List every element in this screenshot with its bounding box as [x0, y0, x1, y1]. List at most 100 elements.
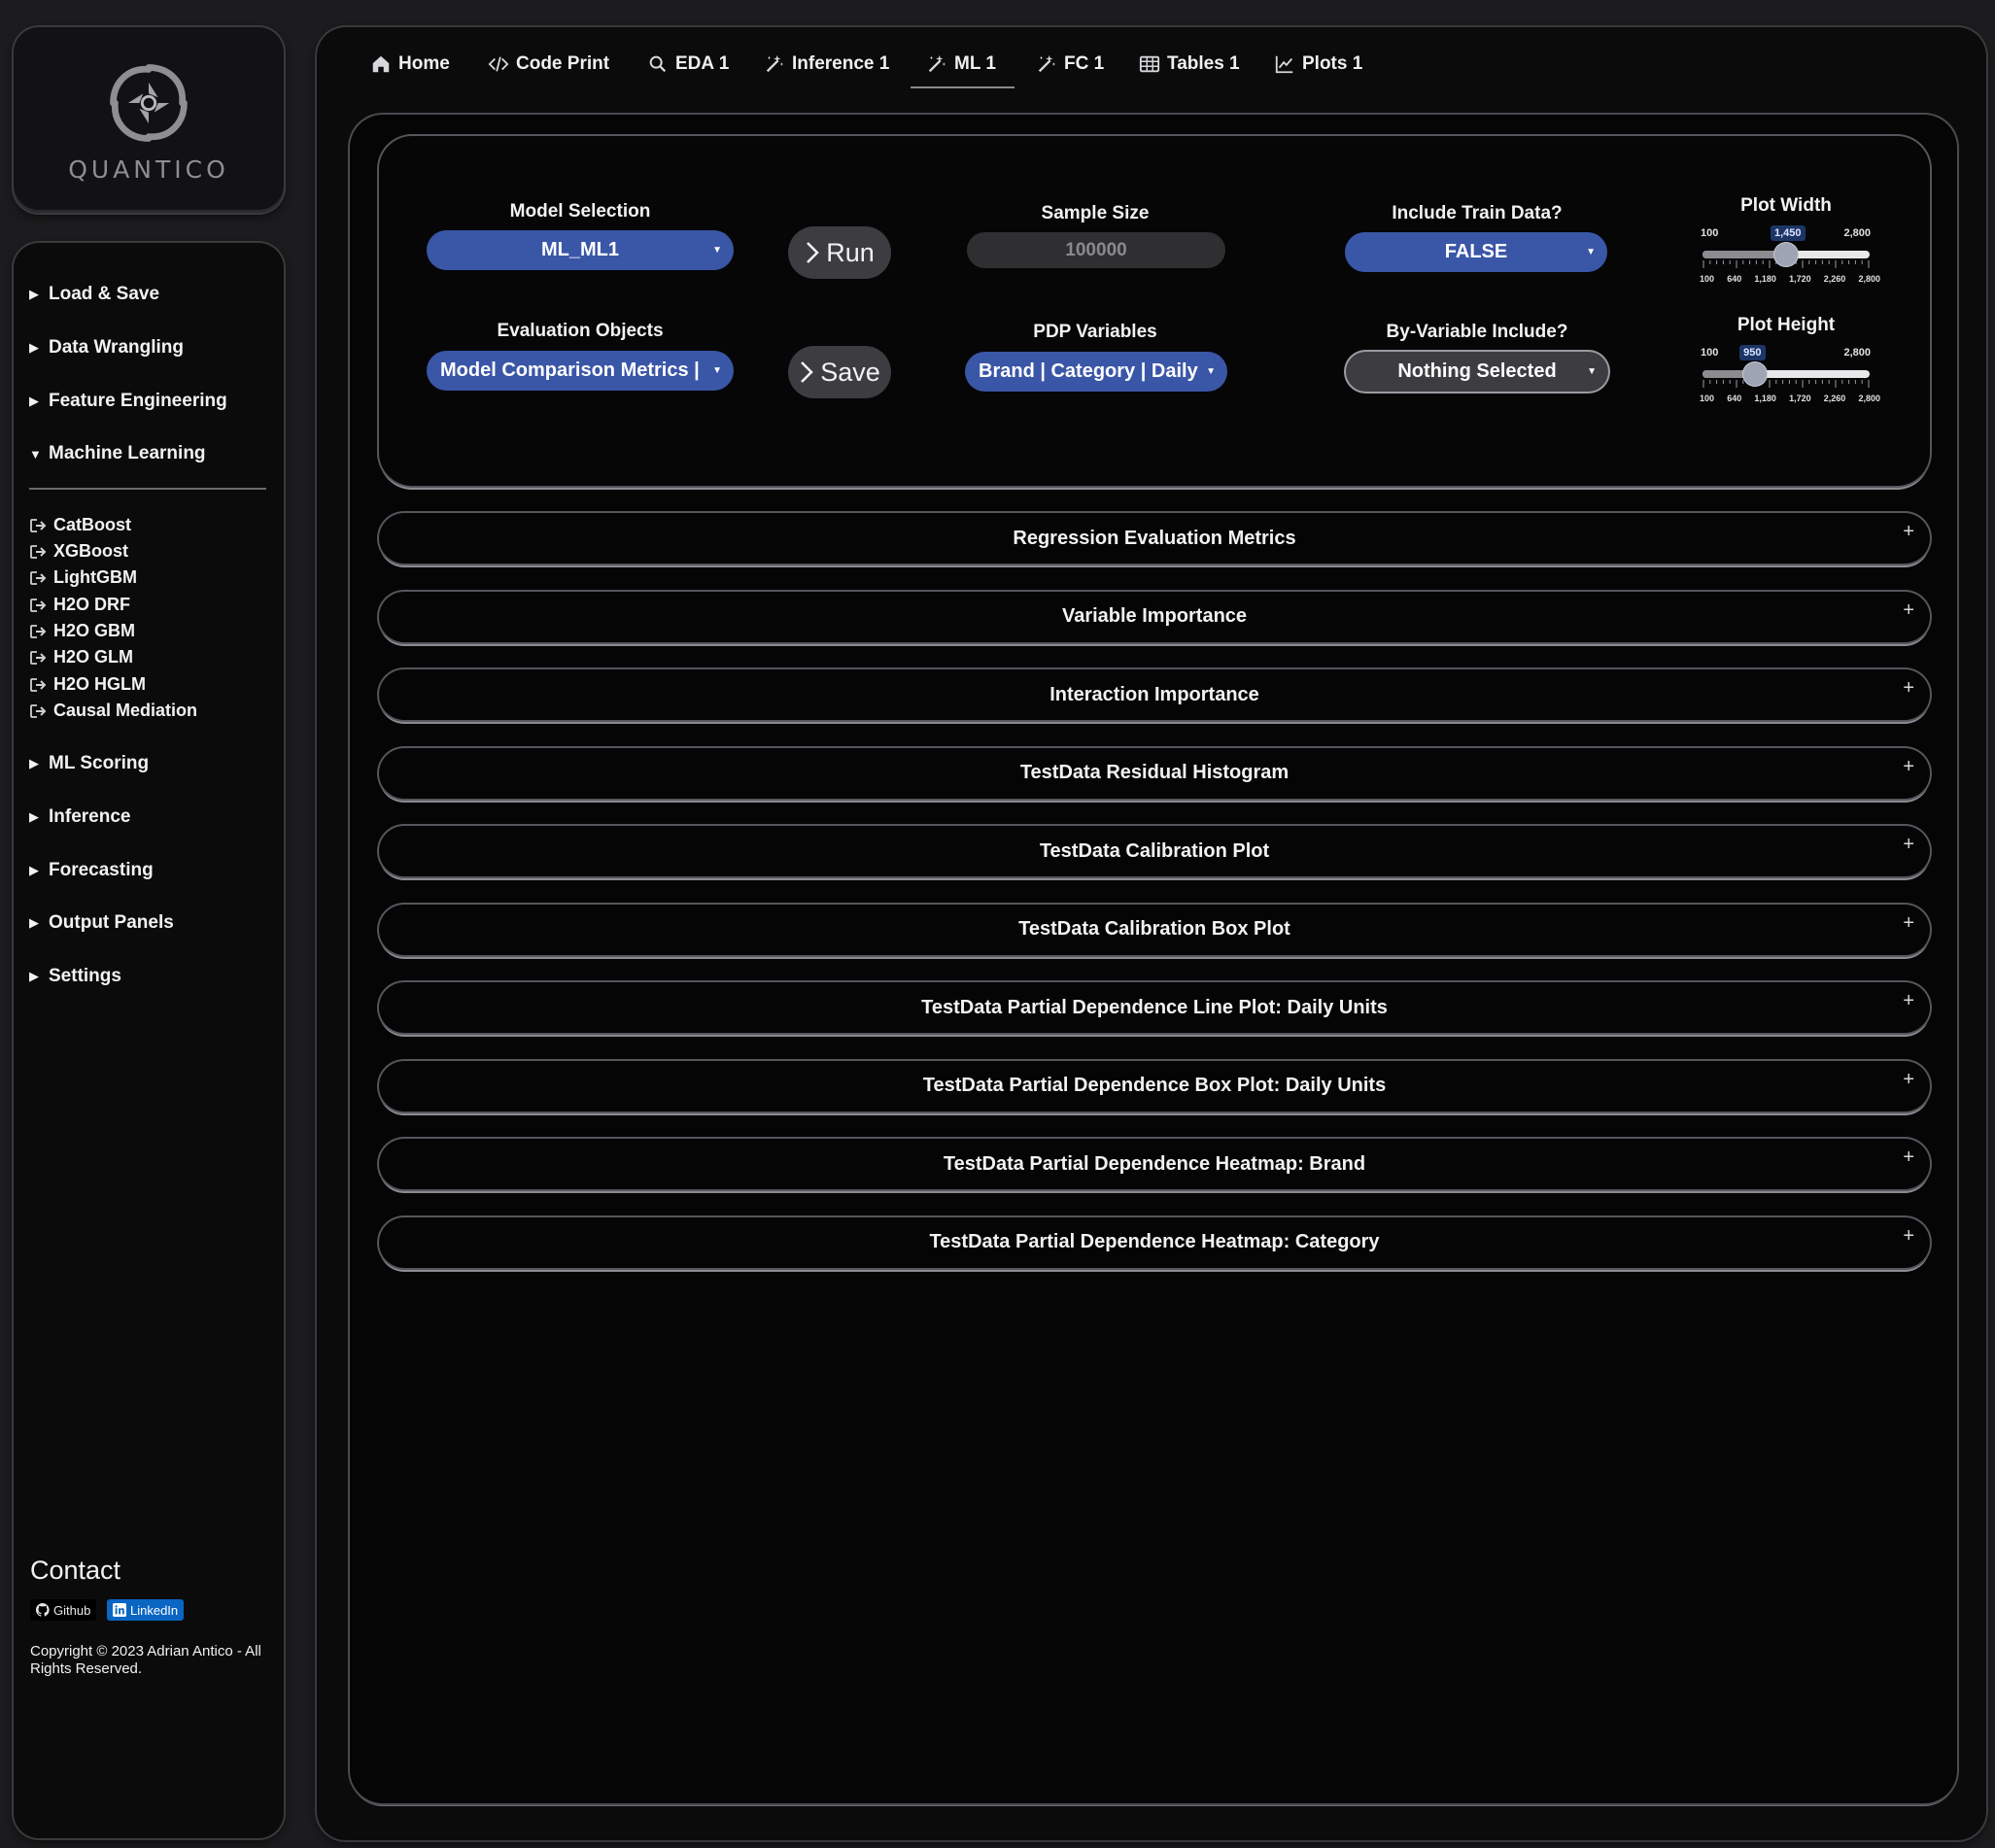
plus-icon[interactable]: +	[1903, 521, 1914, 543]
save-label: Save	[820, 357, 880, 387]
active-tab-indicator	[911, 86, 1015, 88]
slider-ticks	[1703, 380, 1870, 388]
sample-size-input[interactable]: 100000	[967, 232, 1225, 268]
sidebar-item-h2o-hglm[interactable]: H2O HGLM	[29, 674, 146, 695]
sidebar-item-lightgbm[interactable]: LightGBM	[29, 567, 137, 588]
line-chart-icon	[1275, 55, 1293, 74]
sidebar-item-catboost[interactable]: CatBoost	[29, 515, 131, 535]
chevron-right-icon	[807, 242, 820, 263]
slider-grid-label: 100	[1700, 274, 1715, 284]
magic-wand-icon	[1038, 54, 1056, 73]
plus-icon[interactable]: +	[1903, 912, 1914, 935]
sidebar-section-ml-scoring[interactable]: ▶ ML Scoring	[29, 753, 149, 774]
plus-icon[interactable]: +	[1903, 677, 1914, 700]
sidebar-item-h2o-glm[interactable]: H2O GLM	[29, 647, 133, 667]
run-button[interactable]: Run	[788, 226, 891, 279]
sidebar-item-label: CatBoost	[53, 515, 131, 534]
tab-label: Code Print	[516, 53, 610, 74]
slider-handle[interactable]	[1774, 243, 1798, 266]
chevron-down-icon: ▼	[1206, 366, 1216, 377]
sidebar-item-h2o-drf[interactable]: H2O DRF	[29, 595, 130, 615]
panel-testdata-calibration-plot[interactable]: TestData Calibration Plot +	[379, 826, 1930, 876]
sidebar-section-forecasting[interactable]: ▶ Forecasting	[29, 860, 154, 881]
sidebar-section-label: Forecasting	[49, 860, 154, 880]
slider-handle[interactable]	[1743, 362, 1768, 386]
contact-title: Contact	[30, 1556, 121, 1585]
plus-icon[interactable]: +	[1903, 1225, 1914, 1248]
plus-icon[interactable]: +	[1903, 990, 1914, 1012]
model-selection-dropdown[interactable]: ML_ML1 ▼	[427, 230, 734, 270]
plot-height-slider[interactable]: 100 2,800 950 100 640 1,180 1,720 2,260 2,800	[1700, 345, 1880, 405]
plus-icon[interactable]: +	[1903, 1069, 1914, 1091]
magic-wand-icon	[766, 54, 784, 73]
panel-variable-importance[interactable]: Variable Importance +	[379, 591, 1930, 642]
by-variable-label: By-Variable Include?	[1386, 322, 1568, 342]
tab-label: Plots 1	[1302, 53, 1363, 74]
slider-grid-label: 1,720	[1789, 394, 1811, 403]
sidebar-section-feature-engineering[interactable]: ▶ Feature Engineering	[29, 391, 227, 412]
sidebar-item-label: Causal Mediation	[53, 701, 198, 720]
tab-code-print[interactable]: Code Print	[488, 53, 609, 75]
tab-ml-1[interactable]: ML 1	[926, 53, 996, 75]
sidebar-section-machine-learning[interactable]: ▼ Machine Learning	[29, 443, 206, 464]
panel-regression-evaluation-metrics[interactable]: Regression Evaluation Metrics +	[379, 513, 1930, 564]
tab-eda-1[interactable]: EDA 1	[647, 53, 729, 75]
table-icon	[1139, 55, 1160, 73]
tab-label: Inference 1	[792, 53, 890, 74]
sidebar-section-output-panels[interactable]: ▶ Output Panels	[29, 912, 174, 934]
save-button[interactable]: Save	[788, 346, 891, 398]
github-label: Github	[53, 1602, 91, 1618]
plus-icon[interactable]: +	[1903, 834, 1914, 856]
panel-testdata-partial-dependence-heatmap-category[interactable]: TestData Partial Dependence Heatmap: Cat…	[379, 1216, 1930, 1268]
include-train-dropdown[interactable]: FALSE ▼	[1345, 232, 1607, 272]
evaluation-objects-dropdown[interactable]: Model Comparison Metrics | ▼	[427, 351, 734, 391]
panel-testdata-partial-dependence-line-plot-daily-units[interactable]: TestData Partial Dependence Line Plot: D…	[379, 982, 1930, 1033]
plus-icon[interactable]: +	[1903, 599, 1914, 622]
slider-grid-label: 2,800	[1858, 274, 1880, 284]
linkedin-link[interactable]: LinkedIn	[107, 1599, 185, 1621]
sidebar-section-label: Feature Engineering	[49, 391, 227, 411]
panel-title: TestData Calibration Box Plot	[1018, 918, 1290, 940]
sidebar-section-load-save[interactable]: ▶ Load & Save	[29, 284, 159, 305]
tab-plots-1[interactable]: Plots 1	[1274, 53, 1362, 75]
sign-in-icon	[30, 650, 47, 665]
panel-testdata-calibration-box-plot[interactable]: TestData Calibration Box Plot +	[379, 904, 1930, 955]
sidebar-section-label: Data Wrangling	[49, 337, 184, 358]
tab-tables-1[interactable]: Tables 1	[1139, 53, 1240, 75]
sample-size-value: 100000	[1065, 239, 1127, 260]
chevron-right-icon	[801, 361, 813, 383]
include-train-label: Include Train Data?	[1392, 203, 1563, 223]
slider-grid-label: 640	[1727, 274, 1742, 284]
tab-fc-1[interactable]: FC 1	[1036, 53, 1104, 75]
slider-value: 950	[1739, 345, 1766, 360]
pdp-variables-dropdown[interactable]: Brand | Category | Daily ▼	[965, 352, 1227, 392]
panel-testdata-partial-dependence-heatmap-brand[interactable]: TestData Partial Dependence Heatmap: Bra…	[379, 1139, 1930, 1189]
sidebar-section-settings[interactable]: ▶ Settings	[29, 966, 121, 987]
plus-icon[interactable]: +	[1903, 1146, 1914, 1169]
linkedin-icon	[113, 1603, 126, 1617]
plus-icon[interactable]: +	[1903, 756, 1914, 778]
evaluation-objects-label: Evaluation Objects	[497, 321, 664, 341]
tab-label: FC 1	[1064, 53, 1105, 74]
caret-right-icon: ▶	[29, 969, 39, 983]
sidebar-section-inference[interactable]: ▶ Inference	[29, 806, 130, 828]
panel-testdata-partial-dependence-box-plot-daily-units[interactable]: TestData Partial Dependence Box Plot: Da…	[379, 1060, 1930, 1112]
caret-right-icon: ▶	[29, 287, 39, 301]
slider-value: 1,450	[1771, 225, 1806, 241]
by-variable-dropdown[interactable]: Nothing Selected ▼	[1346, 352, 1608, 392]
sidebar-section-data-wrangling[interactable]: ▶ Data Wrangling	[29, 337, 184, 359]
sidebar-item-causal-mediation[interactable]: Causal Mediation	[29, 701, 197, 721]
tab-inference-1[interactable]: Inference 1	[764, 53, 889, 75]
panel-testdata-residual-histogram[interactable]: TestData Residual Histogram +	[379, 747, 1930, 799]
slider-grid-label: 100	[1700, 394, 1715, 403]
plot-width-slider[interactable]: 100 2,800 1,450 100 640 1,180 1,720 2,260 2,8…	[1700, 225, 1880, 286]
github-link[interactable]: Github	[30, 1599, 97, 1621]
tab-home[interactable]: Home	[370, 53, 450, 75]
panel-interaction-importance[interactable]: Interaction Importance +	[379, 669, 1930, 720]
sidebar-item-xgboost[interactable]: XGBoost	[29, 541, 128, 562]
sidebar-item-h2o-gbm[interactable]: H2O GBM	[29, 621, 135, 641]
sidebar-divider	[29, 488, 266, 490]
slider-grid-label: 2,260	[1823, 274, 1846, 284]
panel-title: TestData Partial Dependence Heatmap: Bra…	[943, 1152, 1366, 1175]
magic-wand-icon	[928, 54, 946, 73]
